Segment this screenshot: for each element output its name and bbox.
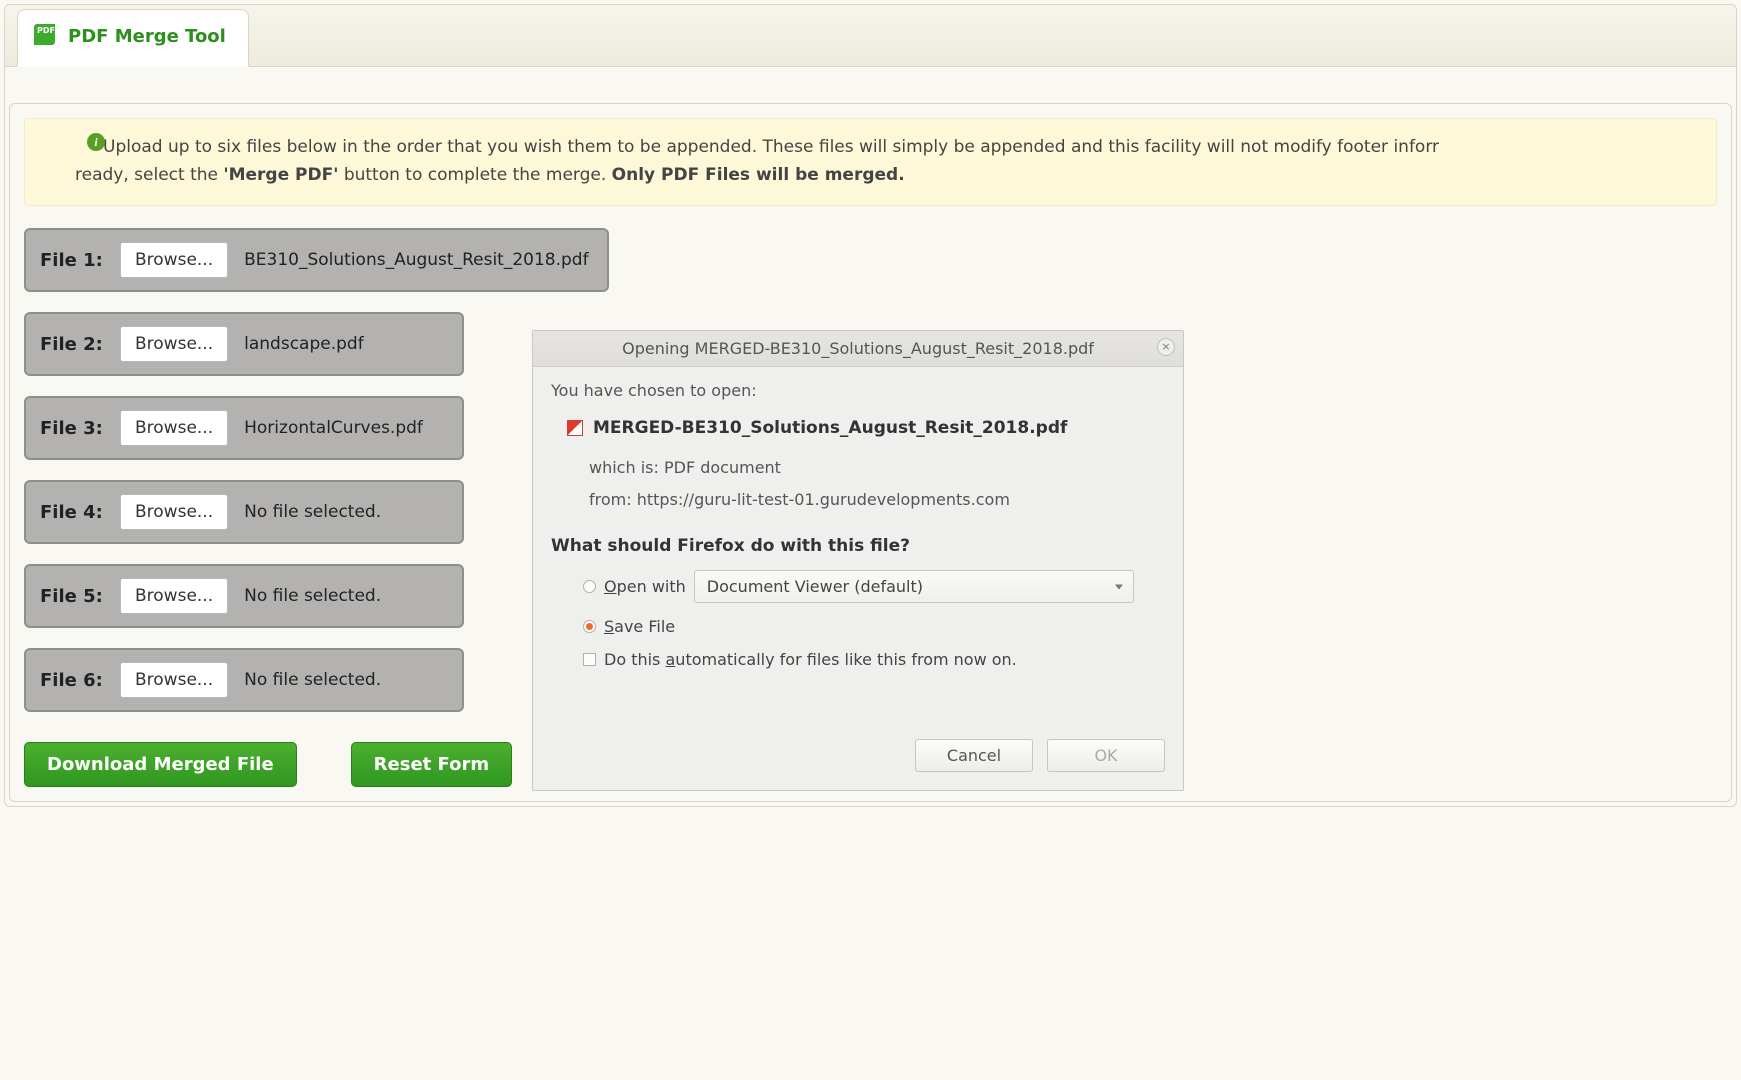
dialog-title: Opening MERGED-BE310_Solutions_August_Re… bbox=[622, 339, 1094, 358]
dialog-titlebar[interactable]: Opening MERGED-BE310_Solutions_August_Re… bbox=[533, 331, 1183, 367]
file-label: File 2: bbox=[40, 334, 104, 355]
save-file-label: Save File bbox=[604, 617, 675, 636]
browse-button[interactable]: Browse... bbox=[120, 326, 228, 362]
file-slot-1: File 1: Browse... BE310_Solutions_August… bbox=[24, 228, 609, 292]
dialog-chosen-text: You have chosen to open: bbox=[551, 381, 1165, 400]
save-file-option[interactable]: Save File bbox=[583, 617, 1165, 636]
file-name: No file selected. bbox=[244, 586, 381, 606]
file-slot-2: File 2: Browse... landscape.pdf bbox=[24, 312, 464, 376]
file-label: File 3: bbox=[40, 418, 104, 439]
browse-button[interactable]: Browse... bbox=[120, 242, 228, 278]
tab-pdf-merge[interactable]: PDF Merge Tool bbox=[17, 9, 249, 67]
dialog-filename: MERGED-BE310_Solutions_August_Resit_2018… bbox=[593, 418, 1067, 438]
radio-save-file[interactable] bbox=[583, 620, 596, 633]
browse-button[interactable]: Browse... bbox=[120, 578, 228, 614]
info-banner: i Upload up to six files below in the or… bbox=[24, 118, 1717, 206]
tab-label: PDF Merge Tool bbox=[68, 26, 226, 47]
checkbox-auto[interactable] bbox=[583, 653, 596, 666]
banner-only-pdf-bold: Only PDF Files will be merged. bbox=[612, 165, 905, 185]
browse-button[interactable]: Browse... bbox=[120, 494, 228, 530]
radio-open-with[interactable] bbox=[583, 580, 596, 593]
file-name: No file selected. bbox=[244, 502, 381, 522]
pdf-file-icon bbox=[567, 420, 583, 436]
download-merged-button[interactable]: Download Merged File bbox=[24, 742, 297, 787]
cancel-button[interactable]: Cancel bbox=[915, 739, 1033, 772]
ok-button[interactable]: OK bbox=[1047, 739, 1165, 772]
file-name: HorizontalCurves.pdf bbox=[244, 418, 423, 438]
file-label: File 1: bbox=[40, 250, 104, 271]
file-name: No file selected. bbox=[244, 670, 381, 690]
file-name: BE310_Solutions_August_Resit_2018.pdf bbox=[244, 250, 588, 270]
which-is-value: PDF document bbox=[664, 458, 781, 477]
browse-button[interactable]: Browse... bbox=[120, 662, 228, 698]
file-label: File 6: bbox=[40, 670, 104, 691]
tab-strip: PDF Merge Tool bbox=[5, 5, 1736, 67]
from-value: https://guru-lit-test-01.gurudevelopment… bbox=[637, 490, 1010, 509]
file-name: landscape.pdf bbox=[244, 334, 364, 354]
info-icon: i bbox=[87, 133, 105, 151]
banner-merge-bold: 'Merge PDF' bbox=[223, 165, 338, 185]
which-is-label: which is: bbox=[589, 458, 659, 477]
from-label: from: bbox=[589, 490, 632, 509]
banner-text-2a: ready, select the bbox=[75, 165, 223, 185]
file-label: File 5: bbox=[40, 586, 104, 607]
file-slot-3: File 3: Browse... HorizontalCurves.pdf bbox=[24, 396, 464, 460]
banner-text-1: Upload up to six files below in the orde… bbox=[103, 137, 1439, 157]
banner-text-2b: button to complete the merge. bbox=[338, 165, 611, 185]
download-dialog: Opening MERGED-BE310_Solutions_August_Re… bbox=[532, 330, 1184, 791]
file-slot-6: File 6: Browse... No file selected. bbox=[24, 648, 464, 712]
auto-label: Do this automatically for files like thi… bbox=[604, 650, 1017, 669]
file-slot-4: File 4: Browse... No file selected. bbox=[24, 480, 464, 544]
application-select[interactable]: Document Viewer (default) bbox=[694, 570, 1134, 603]
dialog-question: What should Firefox do with this file? bbox=[551, 536, 1165, 556]
reset-form-button[interactable]: Reset Form bbox=[351, 742, 512, 787]
close-icon[interactable]: × bbox=[1157, 338, 1175, 356]
file-slot-5: File 5: Browse... No file selected. bbox=[24, 564, 464, 628]
browse-button[interactable]: Browse... bbox=[120, 410, 228, 446]
open-with-option[interactable]: Open with Document Viewer (default) bbox=[583, 570, 1165, 603]
open-with-label: Open with bbox=[604, 577, 686, 596]
file-label: File 4: bbox=[40, 502, 104, 523]
auto-option-row[interactable]: Do this automatically for files like thi… bbox=[583, 650, 1165, 669]
pdf-icon bbox=[34, 24, 58, 48]
